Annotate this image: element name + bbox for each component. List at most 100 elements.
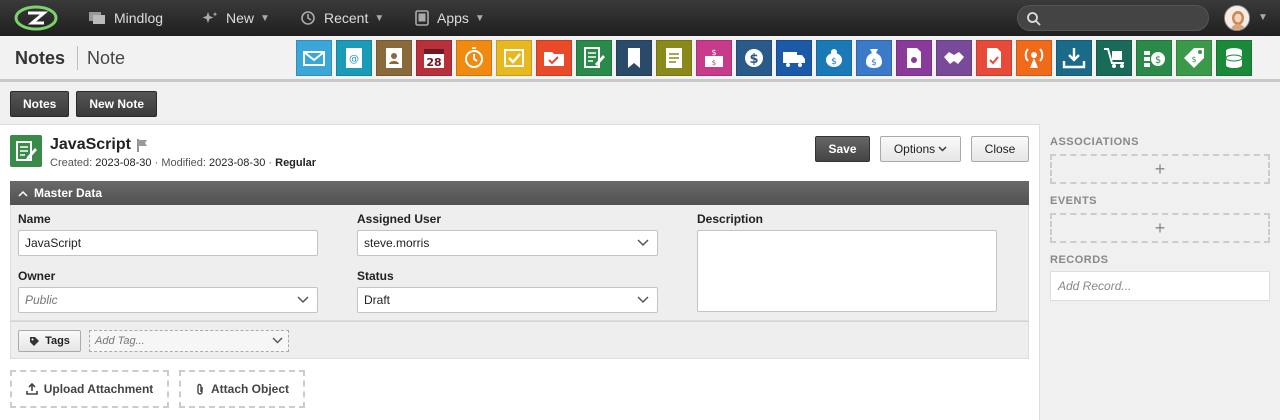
downloads-module[interactable] xyxy=(1056,40,1092,76)
notes-module[interactable] xyxy=(576,40,612,76)
documents-module[interactable] xyxy=(656,40,692,76)
notes-button[interactable]: Notes xyxy=(10,91,70,117)
shipping-module-icon xyxy=(783,52,805,67)
description-textarea[interactable] xyxy=(697,230,997,312)
name-input[interactable]: JavaScript xyxy=(18,230,318,256)
owner-select[interactable]: Public xyxy=(18,287,318,313)
created-date: 2023-08-30 xyxy=(95,157,152,169)
status-select[interactable]: Draft xyxy=(357,287,658,313)
payments-module[interactable]: $ xyxy=(1136,40,1172,76)
deals-module[interactable] xyxy=(936,40,972,76)
tasks-module[interactable] xyxy=(496,40,532,76)
nav-home-label: Mindlog xyxy=(114,10,164,26)
global-search-input[interactable] xyxy=(1017,5,1209,31)
add-association-button[interactable]: + xyxy=(1050,154,1270,184)
folders-module[interactable] xyxy=(536,40,572,76)
note-icon xyxy=(10,135,42,167)
chevron-down-icon xyxy=(938,146,947,152)
attach-object-label: Attach Object xyxy=(210,382,289,396)
user-avatar[interactable] xyxy=(1224,5,1250,31)
email-module[interactable] xyxy=(296,40,332,76)
deals-module-icon xyxy=(944,52,964,64)
folders-module-icon xyxy=(544,52,564,66)
upload-attachment-button[interactable]: Upload Attachment xyxy=(10,370,169,408)
created-label: Created: xyxy=(50,157,93,169)
products-module[interactable]: $ xyxy=(1176,40,1212,76)
assigned-user-select[interactable]: steve.morris xyxy=(357,230,658,256)
savings-module[interactable]: $ xyxy=(816,40,852,76)
svg-text:$: $ xyxy=(831,57,837,67)
assigned-user-value: steve.morris xyxy=(364,236,430,250)
status-value: Draft xyxy=(364,293,391,307)
forms-module[interactable] xyxy=(976,40,1012,76)
add-event-button[interactable]: + xyxy=(1050,213,1270,243)
people-module-icon xyxy=(386,48,402,68)
svg-text:$: $ xyxy=(1155,55,1161,66)
nav-recent[interactable]: Recent ▼ xyxy=(300,0,384,36)
search-icon xyxy=(1027,12,1041,26)
module-icons: @28 $ $ $ $ $ $ $ xyxy=(296,40,1252,76)
svg-text:$: $ xyxy=(871,58,877,68)
chevron-down-icon: ▼ xyxy=(260,12,270,24)
right-sidebar: ASSOCIATIONS + EVENTS + RECORDS Add Reco… xyxy=(1041,124,1280,420)
database-module[interactable] xyxy=(1216,40,1252,76)
people-module[interactable] xyxy=(376,40,412,76)
paperclip-icon xyxy=(197,383,203,395)
timer-module[interactable] xyxy=(456,40,492,76)
history-icon xyxy=(301,11,315,25)
contracts-module[interactable] xyxy=(896,40,932,76)
database-module-icon xyxy=(1225,48,1243,68)
records-header: RECORDS xyxy=(1050,254,1109,266)
modified-date: 2023-08-30 xyxy=(209,157,266,169)
contracts-module-icon xyxy=(907,48,921,68)
bookmarks-module-icon xyxy=(628,48,640,68)
calendar-module-icon: 28 xyxy=(424,49,444,69)
chevron-down-icon: ▼ xyxy=(374,12,385,24)
email-module-icon xyxy=(303,51,325,66)
shipping-module[interactable] xyxy=(776,40,812,76)
breadcrumb-module[interactable]: Notes xyxy=(15,48,65,69)
options-button[interactable]: Options xyxy=(880,136,961,162)
tags-label: Tags xyxy=(45,335,70,347)
payments-module-icon: $ xyxy=(1144,51,1165,67)
chevron-down-icon xyxy=(272,337,283,344)
save-button[interactable]: Save xyxy=(815,136,870,162)
contacts-module[interactable]: @ xyxy=(336,40,372,76)
new-note-button[interactable]: New Note xyxy=(76,91,158,117)
modified-label: Modified: xyxy=(161,157,206,169)
record-meta: Created: 2023-08-30 · Modified: 2023-08-… xyxy=(50,157,316,169)
status-label: Status xyxy=(357,269,394,283)
nav-apps[interactable]: Apps ▼ xyxy=(415,0,485,36)
nav-new[interactable]: New ▼ xyxy=(202,0,270,36)
tag-icon xyxy=(30,336,40,346)
attach-object-button[interactable]: Attach Object xyxy=(179,370,305,408)
add-tag-placeholder: Add Tag... xyxy=(95,335,145,347)
sparkle-icon xyxy=(202,12,218,23)
finance-module[interactable]: $ xyxy=(736,40,772,76)
inventory-module[interactable] xyxy=(1096,40,1132,76)
record-title: JavaScript xyxy=(50,136,131,153)
calendar-module[interactable]: 28 xyxy=(416,40,452,76)
app-logo-icon[interactable] xyxy=(14,5,58,31)
tags-button[interactable]: Tags xyxy=(18,330,81,352)
breadcrumb-divider xyxy=(77,46,78,70)
broadcast-module[interactable] xyxy=(1016,40,1052,76)
nav-new-label: New xyxy=(226,10,255,26)
master-data-header[interactable]: Master Data xyxy=(10,181,1029,205)
svg-text:$: $ xyxy=(1191,55,1196,64)
owner-placeholder: Public xyxy=(25,293,58,307)
flag-icon[interactable] xyxy=(136,138,150,153)
tags-row: Tags Add Tag... xyxy=(10,321,1029,359)
add-record-input[interactable]: Add Record... xyxy=(1050,271,1270,301)
bookmarks-module[interactable] xyxy=(616,40,652,76)
add-tag-input[interactable]: Add Tag... xyxy=(89,330,289,352)
nav-apps-label: Apps xyxy=(437,10,469,26)
moneybag-module[interactable]: $ xyxy=(856,40,892,76)
chevron-down-icon[interactable]: ▼ xyxy=(1258,12,1268,23)
nav-home[interactable]: Mindlog xyxy=(88,0,163,36)
owner-label: Owner xyxy=(18,269,56,283)
notes-module-icon xyxy=(584,47,605,68)
accounts-module[interactable]: $ $ xyxy=(696,40,732,76)
close-button[interactable]: Close xyxy=(971,136,1029,162)
record-panel: JavaScript Created: 2023-08-30 · Modifie… xyxy=(0,124,1040,420)
